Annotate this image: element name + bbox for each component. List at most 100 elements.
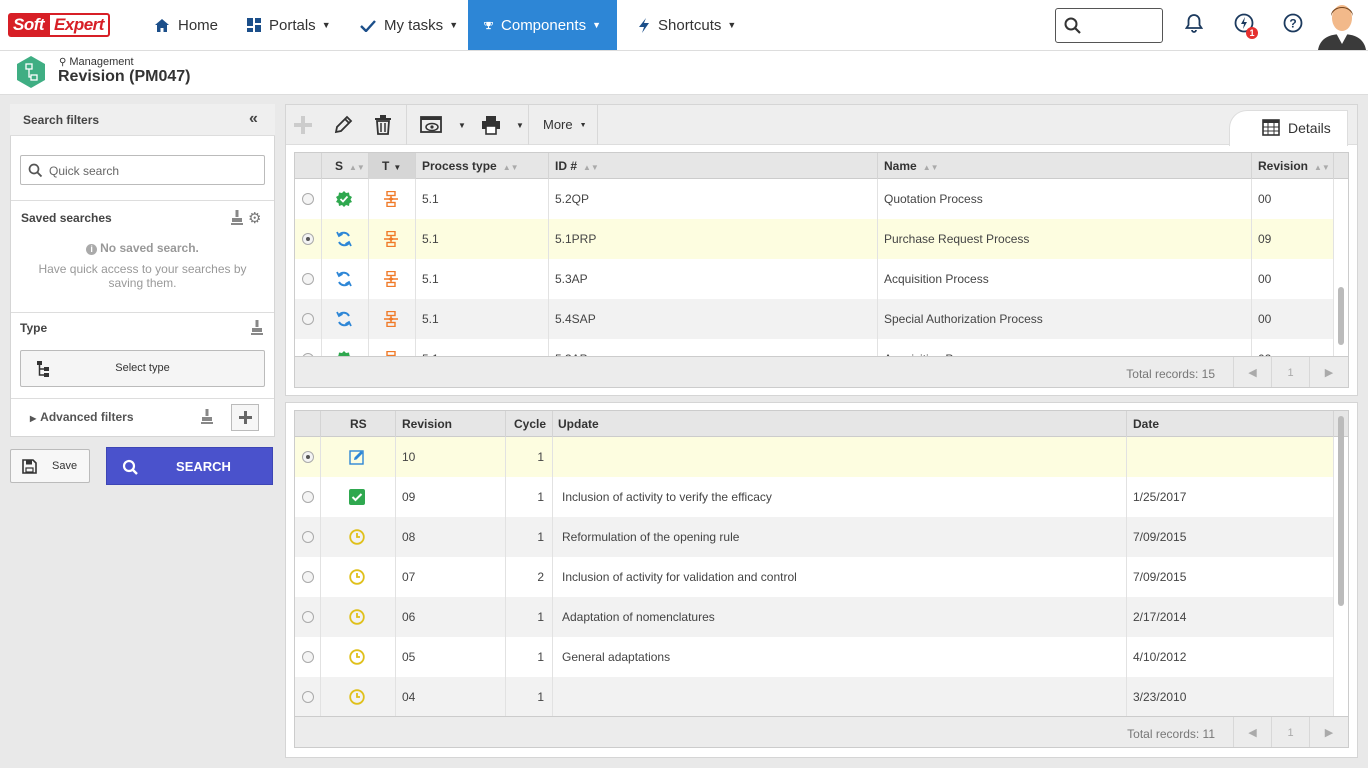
table-row[interactable]: 5.1 5.1PRP Purchase Request Process 09 [295,219,1334,259]
no-saved-search-hint: Have quick access to your searches by sa… [38,262,247,290]
table-row[interactable]: 10 1 [295,437,1334,477]
edit-button[interactable] [330,112,356,138]
column-header-type[interactable]: T ▼ [369,153,416,179]
chevron-down-icon[interactable]: ▼ [458,121,466,130]
date-cell: 2/17/2014 [1127,597,1334,637]
page-header [0,51,1368,95]
next-page-button[interactable]: ▶ [1309,717,1348,747]
quick-search-input[interactable]: Quick search [20,155,265,185]
logo-soft-text: Soft [8,13,49,37]
rs-cell [321,637,396,677]
chevron-down-icon: ▼ [592,20,601,30]
table-row[interactable]: 07 2 Inclusion of activity for validation … [295,557,1334,597]
row-radio[interactable] [302,193,314,205]
table-row[interactable]: 5.1 5.4SAP Special Authorization Process 00 [295,299,1334,339]
clear-filter-icon[interactable] [231,210,243,228]
revision-cell: 04 [396,677,506,717]
column-header-revision[interactable]: Revision ▲▼ [1252,153,1334,179]
row-radio[interactable] [302,491,314,503]
rs-cell [321,517,396,557]
collapse-panel-icon[interactable]: « [249,110,258,128]
grid-footer: Total records: 11 ◀ 1 ▶ [295,716,1348,747]
grid-icon [247,18,261,32]
save-button[interactable]: Save [10,449,90,483]
column-label: Revision [1258,159,1309,173]
divider [11,312,274,313]
table-row[interactable]: 06 1 Adaptation of nomenclatures 2/17/2014 [295,597,1334,637]
column-header-id[interactable]: ID # ▲▼ [549,153,878,179]
row-radio[interactable] [302,571,314,583]
row-radio[interactable] [302,651,314,663]
nav-my-tasks[interactable]: My tasks ▼ [344,0,474,50]
prev-page-button[interactable]: ◀ [1233,357,1271,387]
delete-button[interactable] [370,112,396,138]
select-cell [295,259,322,299]
row-radio[interactable] [302,313,314,325]
row-radio[interactable] [302,691,314,703]
table-row[interactable]: 04 1 3/23/2010 [295,677,1334,717]
table-row[interactable]: 5.1 5.2QP Quotation Process 00 [295,179,1334,219]
toolbar-divider [406,105,407,145]
prev-page-button[interactable]: ◀ [1233,717,1271,747]
column-header-status[interactable]: S ▲▼ [322,153,369,179]
table-row[interactable]: 5.1 5.3AP Acquisition Process 00 [295,259,1334,299]
rs-cell [321,677,396,717]
column-label: T [382,159,390,173]
next-page-button[interactable]: ▶ [1309,357,1348,387]
cycle-cell: 1 [506,477,553,517]
revision-status-icon [336,311,352,330]
softexpert-logo[interactable]: Soft Expert [8,12,110,38]
help-icon[interactable]: ? [1281,13,1305,37]
pencil-icon [334,115,353,134]
home-icon [155,18,169,32]
nav-shortcuts[interactable]: Shortcuts ▼ [622,0,752,50]
add-filter-button[interactable] [231,404,259,431]
trophy-icon [484,21,493,29]
column-label: Name [884,159,917,173]
nav-home[interactable]: Home [138,0,234,50]
select-cell [295,437,321,477]
print-button[interactable] [478,112,504,138]
plus-icon [239,411,252,424]
table-row[interactable]: 08 1 Reformulation of the opening rule 7/09… [295,517,1334,557]
gear-icon[interactable]: ⚙ [248,209,261,227]
add-button[interactable] [290,112,316,138]
type-cell [369,299,416,339]
pending-clock-icon [349,569,365,588]
advanced-filters-toggle[interactable]: ▶ Advanced filters [30,410,134,424]
row-radio[interactable] [302,531,314,543]
search-button[interactable]: SEARCH [106,447,273,485]
select-type-button[interactable]: Select type [20,350,265,387]
chevron-down-icon[interactable]: ▼ [516,121,524,130]
table-row[interactable]: 09 1 Inclusion of activity to verify the e… [295,477,1334,517]
revision-cell: 05 [396,637,506,677]
sort-icon: ▲▼ [1314,163,1330,172]
nav-portals[interactable]: Portals ▼ [231,0,347,50]
search-button-label: SEARCH [176,459,231,474]
row-radio[interactable] [302,273,314,285]
column-header-process-type[interactable]: Process type ▲▼ [416,153,549,179]
column-header-name[interactable]: Name ▲▼ [878,153,1252,179]
update-cell: Inclusion of activity to verify the effi… [553,477,1127,517]
scrollbar[interactable] [1338,287,1344,345]
bell-icon[interactable] [1182,13,1206,37]
user-avatar[interactable] [1316,0,1368,50]
details-tab[interactable]: Details [1229,110,1348,146]
row-radio[interactable] [302,451,314,463]
table-row[interactable]: 05 1 General adaptations 4/10/2012 [295,637,1334,677]
clear-filter-icon[interactable] [201,409,213,427]
row-radio[interactable] [302,233,314,245]
scrollbar[interactable] [1338,416,1344,606]
clear-filter-icon[interactable] [251,320,263,338]
advanced-filters-label: Advanced filters [40,410,134,424]
grid-footer: Total records: 15 ◀ 1 ▶ [295,356,1348,387]
global-search-input[interactable] [1055,8,1163,43]
row-radio[interactable] [302,611,314,623]
approved-status-icon [336,191,352,210]
process-type-icon [383,270,399,290]
view-button[interactable] [418,112,444,138]
nav-components[interactable]: Components ▼ [468,0,617,50]
more-menu-button[interactable]: More ▼ [543,117,587,132]
select-cell [295,557,321,597]
pending-clock-icon [349,649,365,668]
